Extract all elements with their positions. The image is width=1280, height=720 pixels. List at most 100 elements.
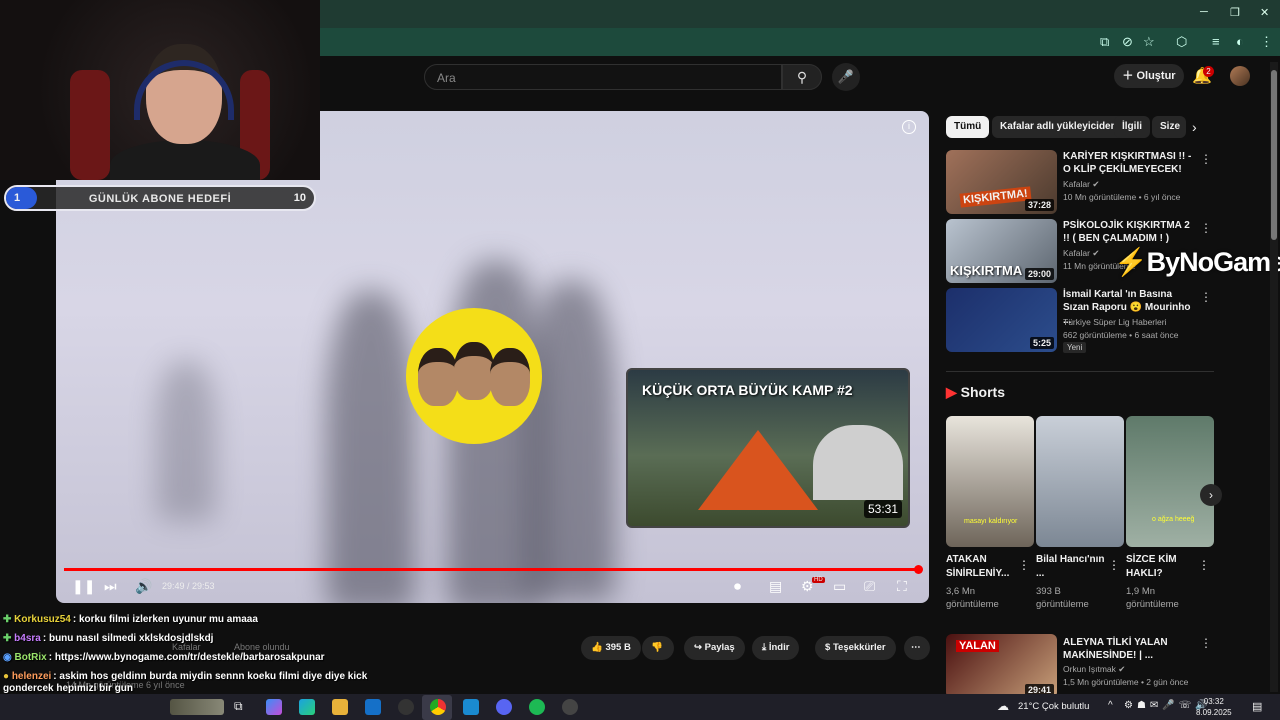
thumbs-down-icon: 👎 [651, 642, 663, 653]
eye-off-icon[interactable]: ⊘ [1122, 34, 1133, 50]
cast-icon[interactable]: ⧉ [1100, 34, 1109, 50]
chip-related[interactable]: İlgili [1114, 116, 1150, 138]
plus-icon: ＋ [1122, 70, 1137, 82]
streamer-webcam-overlay [0, 0, 320, 180]
video-duration: 29:00 [1024, 268, 1054, 280]
cast-icon[interactable]: ⎚ [864, 578, 875, 595]
endscreen-video-card[interactable]: KÜÇÜK ORTA BÜYÜK KAMP #2 53:31 [626, 368, 910, 528]
more-actions-button[interactable]: ⋯ [904, 636, 930, 660]
channel-name[interactable]: Kafalar ✔ [1063, 248, 1099, 259]
video-title[interactable]: ALEYNA TİLKİ YALAN MAKİNESİNDE! | ... [1063, 636, 1198, 662]
video-meta: 10 Mn görüntüleme • 6 yıl önce [1063, 192, 1181, 202]
like-button[interactable]: 👍 395 B [581, 636, 641, 660]
hd-badge: HD [812, 577, 825, 583]
video-thumbnail[interactable]: YALAN 29:41 [946, 634, 1057, 694]
more-options-icon[interactable]: ⋮ [1018, 558, 1030, 572]
autoplay-toggle[interactable]: ⏺ [734, 578, 741, 595]
info-icon[interactable]: i [902, 120, 916, 134]
app-icon[interactable] [463, 699, 479, 715]
progress-bar[interactable] [64, 568, 919, 571]
create-label: Oluştur [1136, 70, 1176, 82]
reading-list-icon[interactable]: ≡ [1212, 34, 1220, 49]
weather-text[interactable]: 21°C Çok bulutlu [1018, 701, 1089, 712]
volume-icon[interactable]: 🔊 [135, 578, 152, 595]
subtitles-icon[interactable]: ▤ [769, 578, 782, 595]
subscriber-goal-label: GÜNLÜK ABONE HEDEFİ [88, 193, 232, 205]
minimize-button[interactable]: ─ [1200, 6, 1208, 18]
recommended-video[interactable]: KIŞKIRTMA! 37:28 KARİYER KIŞKIRTMASI !! … [946, 150, 1214, 214]
discord-icon[interactable] [496, 699, 512, 715]
search-input[interactable]: Ara [424, 64, 782, 90]
next-video-icon[interactable]: ⏭ [104, 578, 117, 595]
video-title[interactable]: PSİKOLOJİK KIŞKIRTMA 2 !! ( BEN ÇALMADIM… [1063, 219, 1198, 245]
taskbar-preview[interactable] [170, 699, 224, 715]
video-duration: 29:41 [1024, 684, 1054, 694]
recommended-video[interactable]: YALAN 29:41 ALEYNA TİLKİ YALAN MAKİNESİN… [946, 634, 1214, 694]
time-display: 29:49 / 29:53 [162, 581, 215, 591]
fullscreen-icon[interactable]: ⛶ [897, 578, 907, 595]
user-avatar[interactable] [1230, 66, 1250, 86]
short-title[interactable]: Bilal Hancı'nın ... [1036, 553, 1110, 581]
download-button[interactable]: ⤓ İndir [752, 636, 800, 660]
more-options-icon[interactable]: ⋮ [1200, 636, 1212, 650]
dislike-button[interactable]: 👎 [642, 636, 674, 660]
more-options-icon[interactable]: ⋮ [1200, 290, 1212, 304]
extensions-icon[interactable]: ⬡ [1176, 34, 1187, 50]
maximize-button[interactable]: ❐ [1230, 6, 1240, 19]
video-thumbnail[interactable]: KIŞKIRTMA! 37:28 [946, 150, 1057, 214]
video-thumbnail[interactable]: KIŞKIRTMA 29:00 [946, 219, 1057, 283]
recommended-video[interactable]: 5:25 İsmail Kartal 'ın Basına Sızan Rapo… [946, 288, 1214, 353]
system-clock[interactable]: 03:32 8.09.2025 [1196, 696, 1232, 718]
search-button[interactable]: ⚲ [782, 64, 822, 90]
chat-message: ✚ Korkusuz54: korku filmi izlerken uyunu… [3, 614, 258, 625]
video-thumbnail[interactable]: 5:25 [946, 288, 1057, 352]
edge-icon[interactable] [299, 699, 315, 715]
chip-all[interactable]: Tümü [946, 116, 990, 138]
video-title[interactable]: KARİYER KIŞKIRTMASI !! - O KLİP ÇEKİLMEY… [1063, 150, 1198, 176]
more-options-icon[interactable]: ⋮ [1108, 558, 1120, 572]
outlook-icon[interactable] [365, 699, 381, 715]
endcard-duration: 53:31 [863, 500, 902, 518]
notification-center-icon[interactable]: ▤ [1252, 700, 1262, 713]
short-thumbnail[interactable] [1036, 416, 1124, 547]
short-title[interactable]: ATAKAN SİNİRLENİY... [946, 553, 1020, 581]
short-thumbnail[interactable]: o ağza heeeğ [1126, 416, 1214, 547]
chevron-right-icon[interactable]: › [1192, 119, 1197, 135]
file-explorer-icon[interactable] [332, 699, 348, 715]
browser-menu-icon[interactable]: ⋮ [1260, 34, 1273, 50]
chrome-icon[interactable] [430, 699, 446, 715]
thanks-button[interactable]: $ Teşekkürler [815, 636, 896, 660]
share-button[interactable]: ↪ Paylaş [684, 636, 745, 660]
channel-name[interactable]: Orkun Işıtmak ✔ [1063, 664, 1125, 675]
divider [946, 371, 1214, 372]
create-button[interactable]: ＋ Oluştur [1114, 64, 1184, 88]
video-meta: 1,5 Mn görüntüleme • 2 gün önce [1063, 677, 1189, 687]
pause-icon[interactable]: ❚❚ [72, 578, 95, 595]
task-view-icon[interactable]: ⧉ [234, 699, 243, 714]
shorts-next-icon[interactable]: › [1200, 484, 1222, 506]
channel-name[interactable]: Kafalar ✔ [1063, 179, 1099, 190]
spotify-icon[interactable] [529, 699, 545, 715]
channel-name[interactable]: Türkiye Süper Lig Haberleri [1063, 317, 1166, 327]
scrollbar-thumb[interactable] [1271, 70, 1277, 240]
theater-mode-icon[interactable]: ▭ [833, 578, 846, 595]
voice-search-button[interactable]: 🎤 [832, 63, 860, 91]
profile-icon[interactable]: ◐ [1236, 34, 1244, 49]
thumbnail-caption: KIŞKIRTMA! [959, 186, 1032, 208]
obs-icon[interactable] [562, 699, 578, 715]
channel-logo-endscreen[interactable] [406, 308, 542, 444]
short-thumbnail[interactable]: masayı kaldırıyor [946, 416, 1034, 547]
more-options-icon[interactable]: ⋮ [1200, 152, 1212, 166]
more-options-icon[interactable]: ⋮ [1200, 221, 1212, 235]
copilot-icon[interactable] [266, 699, 282, 715]
short-title[interactable]: SİZCE KİM HAKLI? [1126, 553, 1200, 581]
chip-for-you[interactable]: Size [1152, 116, 1186, 138]
face-illustration [418, 348, 458, 406]
tray-chevron-icon[interactable]: ^ [1108, 700, 1113, 711]
close-window-button[interactable]: ✕ [1260, 6, 1269, 19]
bookmark-star-icon[interactable]: ☆ [1143, 34, 1155, 50]
chip-from-uploader[interactable]: Kafalar adlı yükleyiciden [992, 116, 1125, 138]
more-options-icon[interactable]: ⋮ [1198, 558, 1210, 572]
xbox-icon[interactable] [398, 699, 414, 715]
download-icon: ⤓ [762, 642, 769, 653]
